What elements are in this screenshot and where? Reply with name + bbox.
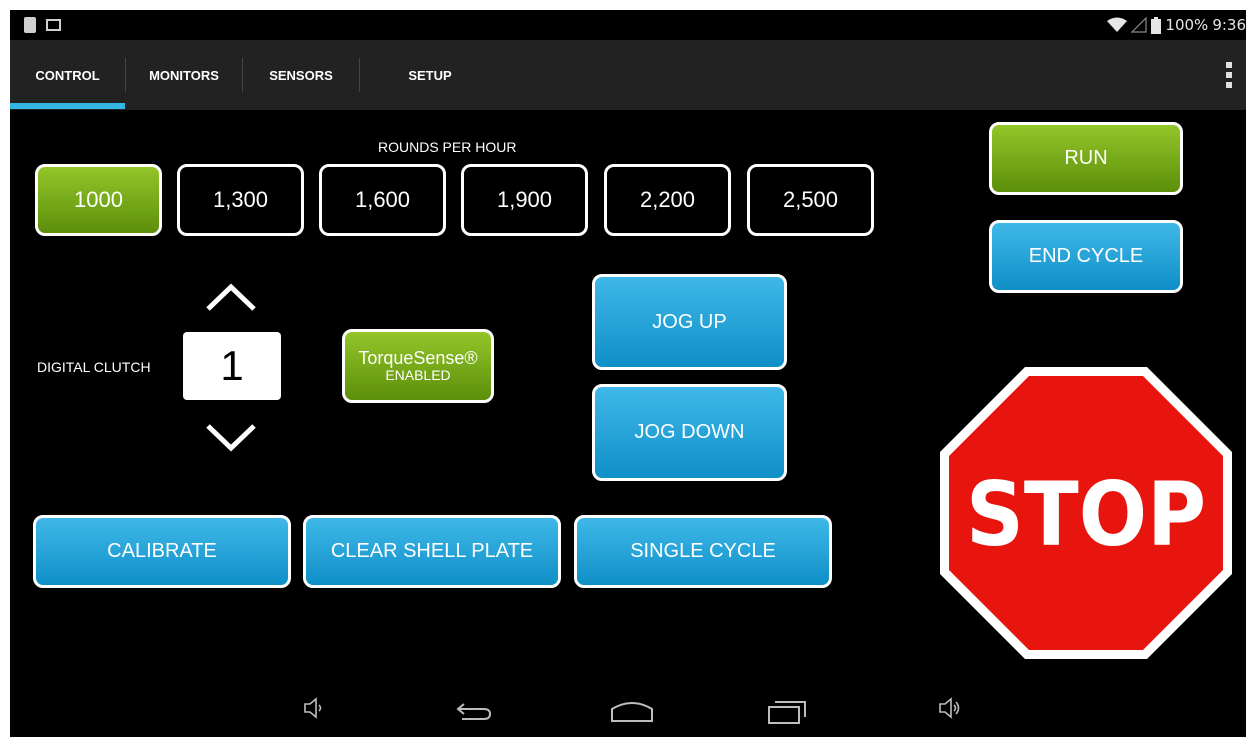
run-button[interactable]: RUN <box>989 122 1183 195</box>
chevron-down-icon[interactable] <box>204 422 258 452</box>
torquesense-status: ENABLED <box>385 367 451 384</box>
jog-up-button[interactable]: JOG UP <box>592 274 787 370</box>
tablet-screen: 100% 9:36 CONTROL MONITORS SENSORS SETUP… <box>10 10 1246 737</box>
wifi-icon <box>1107 17 1128 32</box>
tab-bar: CONTROL MONITORS SENSORS SETUP <box>10 40 1246 110</box>
rate-option-1000[interactable]: 1000 <box>35 164 162 236</box>
torquesense-title: TorqueSense® <box>358 348 478 369</box>
status-right: 100% 9:36 <box>1107 15 1246 35</box>
torquesense-toggle[interactable]: TorqueSense® ENABLED <box>342 329 494 403</box>
tab-sensors[interactable]: SENSORS <box>243 40 359 110</box>
battery-icon <box>1151 16 1162 34</box>
clock: 9:36 <box>1212 16 1246 34</box>
rate-option-2500[interactable]: 2,500 <box>747 164 874 236</box>
status-bar: 100% 9:36 <box>10 10 1246 40</box>
image-notification-icon <box>46 19 61 31</box>
signal-icon <box>1131 17 1148 33</box>
tab-setup[interactable]: SETUP <box>360 40 500 110</box>
rounds-per-hour-label: ROUNDS PER HOUR <box>378 139 517 155</box>
volume-up-icon[interactable] <box>938 696 962 720</box>
rate-option-1600[interactable]: 1,600 <box>319 164 446 236</box>
stop-button[interactable]: STOP <box>938 365 1234 661</box>
active-tab-indicator <box>10 103 125 109</box>
tab-control[interactable]: CONTROL <box>10 40 125 110</box>
clear-shell-plate-button[interactable]: CLEAR SHELL PLATE <box>303 515 561 588</box>
system-nav-bar <box>10 682 1246 737</box>
rate-option-1300[interactable]: 1,300 <box>177 164 304 236</box>
back-icon[interactable] <box>456 700 492 722</box>
volume-down-icon[interactable] <box>303 696 325 720</box>
usb-debug-icon <box>24 17 36 33</box>
jog-down-button[interactable]: JOG DOWN <box>592 384 787 481</box>
rate-option-1900[interactable]: 1,900 <box>461 164 588 236</box>
digital-clutch-label: DIGITAL CLUTCH <box>37 359 151 375</box>
digital-clutch-value: 1 <box>183 332 281 400</box>
chevron-up-icon[interactable] <box>204 283 258 313</box>
home-icon[interactable] <box>610 699 654 723</box>
single-cycle-button[interactable]: SINGLE CYCLE <box>574 515 832 588</box>
recent-apps-icon[interactable] <box>767 699 807 725</box>
tab-monitors[interactable]: MONITORS <box>126 40 242 110</box>
rate-option-2200[interactable]: 2,200 <box>604 164 731 236</box>
stop-label: STOP <box>966 463 1206 566</box>
overflow-menu-icon[interactable] <box>1226 62 1232 88</box>
battery-percent: 100% <box>1165 16 1209 34</box>
end-cycle-button[interactable]: END CYCLE <box>989 220 1183 293</box>
calibrate-button[interactable]: CALIBRATE <box>33 515 291 588</box>
